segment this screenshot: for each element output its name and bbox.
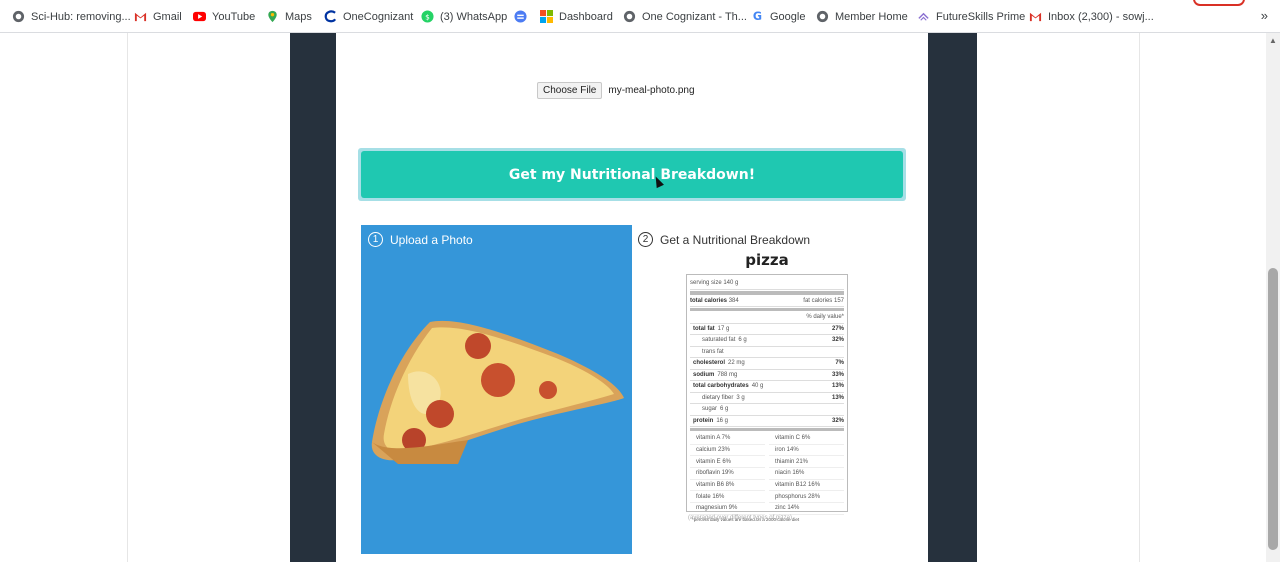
bookmark-youtube[interactable]: YouTube — [193, 0, 255, 33]
bookmark-onecognizant[interactable]: OneCognizant — [324, 0, 413, 33]
svg-text:$: $ — [425, 12, 430, 21]
vitamin-item: phosphorus 28% — [769, 491, 844, 504]
calories-row: total calories 384 fat calories 157 — [690, 296, 844, 307]
selected-file-name: my-meal-photo.png — [608, 85, 695, 96]
bookmark-label: Sci-Hub: removing... — [31, 10, 131, 23]
bookmark-label: Google — [770, 10, 806, 23]
globe-icon — [816, 10, 829, 23]
bookmark-google[interactable]: G Google — [751, 0, 806, 33]
vitamin-item: riboflavin 19% — [690, 468, 765, 480]
vitamin-item: vitamin C 6% — [769, 433, 844, 445]
nutrient-row: total carbohydrates 40 g 13% — [690, 381, 844, 393]
nutrient-row: cholesterol 22 mg 7% — [690, 358, 844, 370]
maps-pin-icon — [268, 10, 277, 23]
vitamin-item: iron 14% — [769, 445, 844, 457]
averaged-note: (averaged over different types of pizza) — [688, 515, 792, 521]
vitamin-item: folate 16% — [690, 491, 765, 504]
bookmark-label: Member Home — [835, 10, 908, 23]
youtube-icon — [193, 11, 206, 22]
svg-text:G: G — [753, 10, 762, 23]
bookmarks-overflow-button[interactable]: » — [1261, 8, 1268, 23]
bookmark-member-home[interactable]: Member Home — [816, 0, 908, 33]
vitamin-item: zinc 14% — [769, 503, 844, 515]
file-upload-row: Choose File my-meal-photo.png — [537, 82, 695, 99]
bookmark-label: OneCognizant — [343, 10, 414, 23]
bookmark-label: One Cognizant - Th... — [642, 10, 747, 23]
bookmark-futureskills[interactable]: FutureSkills Prime — [917, 0, 1025, 33]
bookmark-dashboard[interactable]: Dashboard — [540, 0, 613, 33]
bookmark-one-cognizant-th[interactable]: One Cognizant - Th... — [623, 0, 747, 33]
bookmark-label: Inbox (2,300) - sowj... — [1048, 10, 1154, 23]
gmail-icon — [1029, 12, 1042, 22]
vitamin-item: vitamin E 6% — [690, 456, 765, 469]
nutrient-row: protein 16 g 32% — [690, 416, 844, 427]
step1-heading: 1 Upload a Photo — [368, 232, 473, 247]
pizza-slice-image — [371, 320, 624, 464]
bookmark-gmail[interactable]: Gmail — [134, 0, 182, 33]
globe-icon — [12, 10, 25, 23]
vitamins-grid: vitamin A 7% vitamin C 6% calcium 23% iron … — [690, 433, 844, 515]
profile-badge[interactable] — [1193, 0, 1245, 6]
bookmark-blue-app[interactable] — [514, 0, 533, 33]
scrollbar-thumb[interactable] — [1268, 268, 1278, 550]
get-nutritional-breakdown-button[interactable]: Get my Nutritional Breakdown! — [361, 151, 903, 198]
futureskills-icon — [918, 12, 929, 21]
step1-title: Upload a Photo — [390, 232, 473, 247]
bookmark-maps[interactable]: Maps — [266, 0, 312, 33]
step2-title: Get a Nutritional Breakdown — [660, 232, 811, 247]
step-number-icon: 1 — [368, 232, 383, 247]
bookmark-label: (3) WhatsApp — [440, 10, 508, 23]
bookmark-label: Gmail — [153, 10, 182, 23]
scroll-up-arrow-icon[interactable]: ▲ — [1269, 36, 1277, 45]
bookmark-label: Maps — [285, 10, 312, 23]
step-number-icon: 2 — [638, 232, 653, 247]
globe-icon — [623, 10, 636, 23]
bookmark-label: Dashboard — [559, 10, 613, 23]
serving-size: serving size 140 g — [690, 278, 844, 290]
nutrient-row: total fat 17 g 27% — [690, 324, 844, 335]
vitamin-item: vitamin B6 8% — [690, 480, 765, 492]
nutrition-facts-label: serving size 140 g total calories 384 fa… — [686, 274, 848, 522]
bookmark-sci-hub[interactable]: Sci-Hub: removing... — [12, 0, 131, 33]
google-icon: G — [753, 10, 762, 23]
food-name: pizza — [745, 251, 789, 269]
daily-value-header: % daily value* — [690, 312, 844, 324]
nutrient-row: sugar 6 g — [690, 404, 844, 416]
vitamin-item: magnesium 9% — [690, 503, 765, 515]
nutrient-row: trans fat — [690, 347, 844, 358]
vitamin-item: calcium 23% — [690, 445, 765, 457]
nutrient-row: dietary fiber 3 g 13% — [690, 393, 844, 404]
bookmark-whatsapp[interactable]: $ (3) WhatsApp — [421, 0, 507, 33]
bookmark-label: FutureSkills Prime — [936, 10, 1026, 23]
whatsapp-icon: $ — [421, 10, 434, 23]
bookmark-inbox[interactable]: Inbox (2,300) - sowj... — [1029, 0, 1154, 33]
vitamin-item: niacin 16% — [769, 468, 844, 480]
gmail-icon — [134, 12, 147, 22]
cognizant-icon — [324, 10, 337, 23]
vitamin-item: vitamin A 7% — [690, 433, 765, 445]
bookmark-label: YouTube — [212, 10, 256, 23]
blue-app-icon — [514, 10, 527, 23]
step2-heading: 2 Get a Nutritional Breakdown — [638, 232, 810, 247]
windows-icon — [540, 10, 553, 23]
choose-file-button[interactable]: Choose File — [537, 82, 603, 99]
nutrient-row: sodium 788 mg 33% — [690, 370, 844, 381]
vitamin-item: vitamin B12 16% — [769, 480, 844, 492]
nutrient-row: saturated fat 6 g 32% — [690, 335, 844, 347]
vitamin-item: thiamin 21% — [769, 456, 844, 469]
